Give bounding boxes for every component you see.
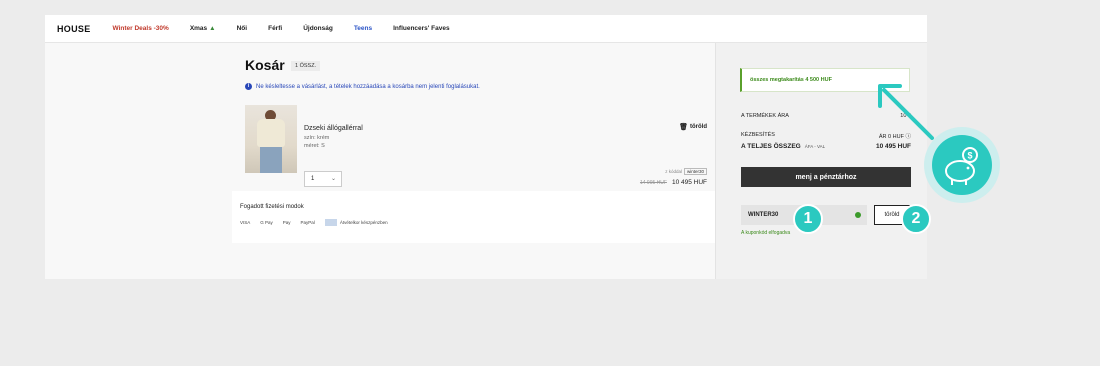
- cart-title: Kosár: [245, 57, 285, 73]
- payment-title: Fogadott fizetési modok: [240, 204, 304, 210]
- product-color: szín: krém: [304, 135, 330, 141]
- nav-new[interactable]: Újdonság: [303, 25, 333, 32]
- current-price: 10 495 HUF: [671, 179, 707, 186]
- nav-men[interactable]: Férfi: [268, 25, 282, 32]
- coupon-note-label: z kóddal: [665, 169, 682, 174]
- remove-item-label: töröld: [690, 124, 707, 130]
- quantity-value: 1: [311, 176, 315, 182]
- piggy-bank-icon: $: [924, 127, 1000, 203]
- products-price-label: A TERMÉKEK ÁRA: [741, 113, 789, 119]
- coupon-note-code: winter30: [683, 168, 707, 175]
- top-navigation: HOUSE Winter Deals -30% Xmas ▲ Női Férfi …: [45, 15, 927, 43]
- tree-icon: ▲: [209, 25, 216, 32]
- cash-on-delivery: Átvételkor készpénzben: [324, 219, 398, 226]
- payment-icons: VISA G Pay Pay PayPal Átvételkor készpén…: [240, 219, 408, 226]
- product-size: méret: S: [304, 143, 325, 149]
- total-label: A TELJES ÖSSZEG: [741, 143, 801, 150]
- coupon-accepted-message: A kuponkód elfogadva: [741, 230, 791, 236]
- apple-pay-icon: Pay: [282, 220, 291, 225]
- total-label-wrap: A TELJES ÖSSZEG ÁFA - VAL: [741, 143, 825, 150]
- cart-product: Dzseki állógallérral szín: krém méret: S…: [245, 105, 707, 191]
- total-vat: ÁFA - VAL: [804, 144, 826, 149]
- nav-teens[interactable]: Teens: [354, 25, 372, 32]
- checkout-button[interactable]: menj a pénztárhoz: [741, 167, 911, 187]
- nav-influencers[interactable]: Influencers' Faves: [393, 25, 449, 32]
- coupon-code-value: WINTER30: [748, 212, 779, 218]
- cart-info-text: Ne késleltesse a vásárlást, a tételek ho…: [256, 83, 480, 90]
- chevron-down-icon: ⌄: [330, 176, 336, 182]
- arrow-icon: [878, 84, 934, 140]
- cash-on-delivery-label: Átvételkor készpénzben: [339, 219, 388, 225]
- product-prices: 14 995 HUF 10 495 HUF: [640, 179, 707, 186]
- browser-frame: HOUSE Winter Deals -30% Xmas ▲ Női Férfi …: [45, 15, 927, 279]
- cash-icon: [324, 219, 337, 226]
- nav-winter-deals[interactable]: Winter Deals -30%: [113, 25, 169, 32]
- remove-item-button[interactable]: 🗑 töröld: [679, 123, 707, 131]
- order-summary: összes megtakarítás 4 500 HUF A TERMÉKEK…: [715, 43, 927, 279]
- info-icon: i: [245, 83, 252, 90]
- visa-icon: VISA: [240, 220, 251, 225]
- cart-info-notice: i Ne késleltesse a vásárlást, a tételek …: [245, 83, 480, 90]
- nav-women[interactable]: Női: [237, 25, 247, 32]
- callout-2: 2: [901, 204, 931, 234]
- callout-1: 1: [793, 204, 823, 234]
- nav-xmas[interactable]: Xmas ▲: [190, 25, 216, 32]
- paypal-icon: PayPal: [300, 220, 315, 225]
- svg-text:$: $: [967, 151, 972, 161]
- product-image[interactable]: [245, 105, 297, 173]
- check-icon: [855, 212, 861, 218]
- product-name[interactable]: Dzseki állógallérral: [304, 125, 363, 132]
- quantity-select[interactable]: 1 ⌄: [304, 171, 342, 187]
- gpay-icon: G Pay: [260, 220, 273, 225]
- cart-count-badge: 1 ÖSSZ.: [291, 61, 321, 71]
- site-logo[interactable]: HOUSE: [57, 24, 91, 34]
- payment-methods: Fogadott fizetési modok VISA G Pay Pay P…: [232, 191, 716, 243]
- coupon-note: z kóddal winter30: [665, 168, 707, 175]
- trash-icon: 🗑: [679, 124, 688, 131]
- shipping-label: KÉZBESÍTÉS: [741, 132, 775, 138]
- nav-xmas-label: Xmas: [189, 25, 208, 32]
- old-price: 14 995 HUF: [639, 180, 667, 186]
